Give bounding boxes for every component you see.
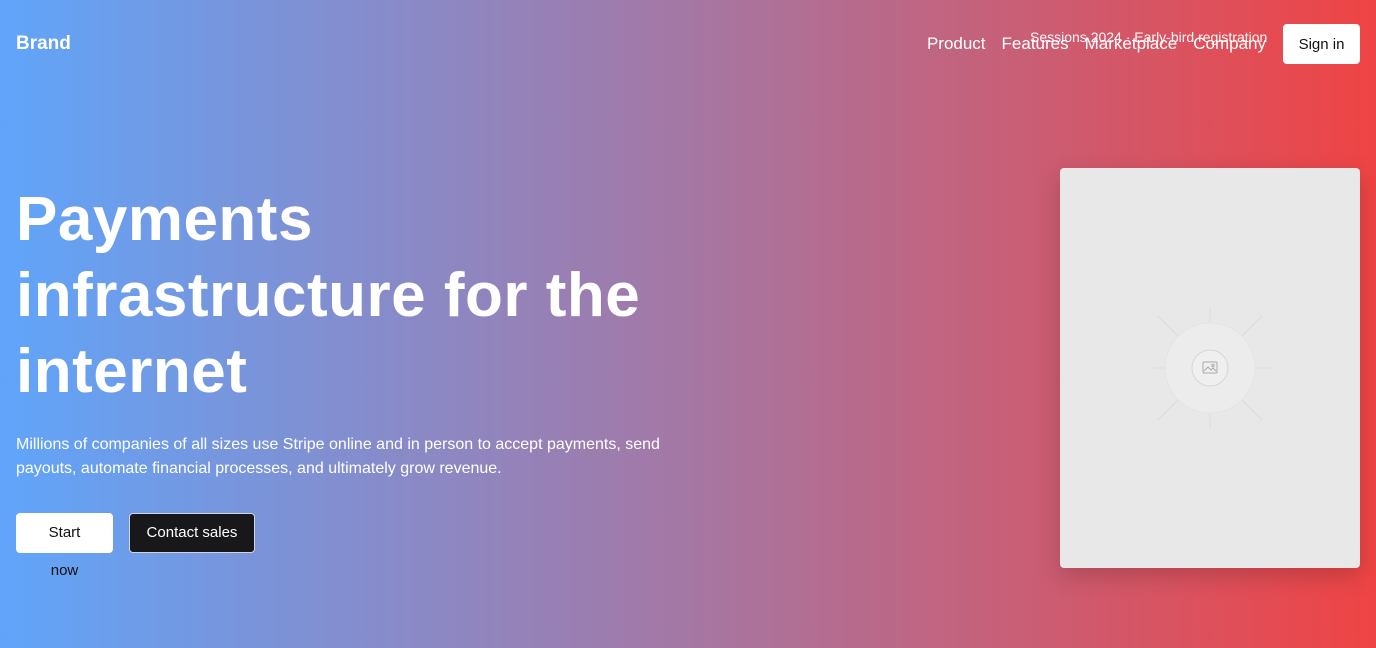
image-placeholder-icon — [1150, 308, 1270, 428]
hero-subtitle: Millions of companies of all sizes use S… — [16, 436, 660, 477]
sign-in-button[interactable]: Sign in — [1283, 24, 1360, 64]
start-now-button[interactable]: Start now — [16, 513, 113, 579]
announcement-banner[interactable]: Sessions 2024 · Early-bird registration — [1030, 28, 1267, 46]
contact-sales-button[interactable]: Contact sales — [129, 513, 255, 553]
brand-logo[interactable]: Brand — [16, 32, 71, 56]
hero-title: Payments infrastructure for the internet — [16, 185, 641, 406]
hero-image-placeholder — [1060, 168, 1360, 568]
nav-item-product[interactable]: Product — [927, 33, 986, 55]
site-header: Brand Product Features Marketplace Compa… — [0, 0, 1376, 88]
